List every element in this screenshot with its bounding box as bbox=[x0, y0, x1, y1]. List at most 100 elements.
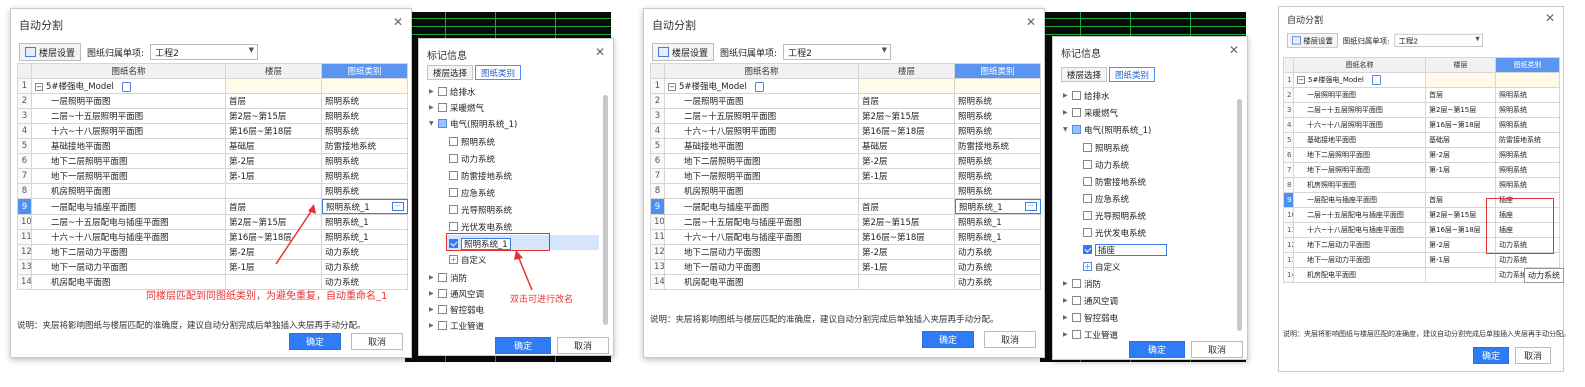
table-row[interactable]: 7 地下一层照明平面图 第-1层 照明系统 bbox=[650, 168, 1041, 184]
scrollbar[interactable] bbox=[1237, 99, 1242, 331]
table-row[interactable]: 3 二层~十五层照明平面图 第2层~第15层 照明系统 bbox=[650, 108, 1041, 124]
chevron-down-icon: ▼ bbox=[881, 46, 888, 54]
rename-input[interactable]: 插座 bbox=[1095, 243, 1167, 256]
tree-item-industrial[interactable]: ▶ 工业管道 bbox=[429, 319, 484, 332]
table-row[interactable]: 13 地下一层动力平面图 第-1层 动力系统 bbox=[17, 259, 408, 275]
table-row[interactable]: 5 基础接地平面图 基础层 防雷接地系统 bbox=[650, 138, 1041, 154]
floor-settings-button[interactable]: 楼层设置 bbox=[652, 43, 715, 61]
close-icon[interactable]: ✕ bbox=[1545, 11, 1555, 25]
table-row[interactable]: 11 十六~十八层配电与插座平面图 第16层~第18层 照明系统_1 bbox=[650, 229, 1041, 245]
mark-tabs: 楼层选择 图纸类别 bbox=[427, 65, 522, 80]
table-row[interactable]: 3 二层~十五层照明平面图 第2层~第15层 照明系统 bbox=[17, 108, 408, 124]
table-row[interactable]: 13 地下一层动力平面图 第-1层 动力系统 bbox=[650, 259, 1041, 275]
ok-button[interactable]: 确定 bbox=[495, 337, 551, 354]
tree-item-power[interactable]: 动力系统 bbox=[449, 152, 495, 165]
table-row[interactable]: 7 地下一层照明平面图 第-1层 照明系统 bbox=[17, 168, 408, 184]
tree-item-smart[interactable]: ▶ 智控弱电 bbox=[429, 303, 484, 316]
plus-icon: + bbox=[1083, 262, 1092, 271]
table-row[interactable]: 2 一层照明平面图 首层 照明系统 bbox=[650, 93, 1041, 109]
floor-settings-button[interactable]: 楼层设置 bbox=[19, 43, 82, 61]
belong-select[interactable]: 工程2 ▼ bbox=[150, 44, 259, 60]
collapse-icon[interactable]: − bbox=[668, 83, 676, 91]
close-icon[interactable]: ✕ bbox=[595, 45, 605, 59]
drawing-table: 图纸名称 楼层 图纸类别 1−5#楼强电_Model 2 一层照明平面图 首层 照明系统 … bbox=[650, 63, 1041, 290]
table-row-selected[interactable]: 9 一层配电与插座平面图 首层 照明系统_1 ··· bbox=[650, 198, 1041, 215]
checkbox-partial[interactable] bbox=[438, 119, 447, 128]
belong-select[interactable]: 工程2 ▼ bbox=[783, 44, 892, 60]
table-row[interactable]: 6 地下二层照明平面图 第-2层 照明系统 bbox=[17, 153, 408, 169]
chevron-down-icon: ▼ bbox=[1475, 35, 1480, 43]
cancel-button[interactable]: 取消 bbox=[984, 331, 1036, 348]
plus-icon[interactable]: + bbox=[449, 255, 458, 264]
cancel-button[interactable]: 取消 bbox=[557, 337, 609, 354]
dialog-note: 说明：夹层将影响图纸与楼层匹配的准确度，建议自动分割完成后单独插入夹层再手动分配… bbox=[1283, 330, 1570, 338]
table-row[interactable]: 6 地下二层照明平面图 第-2层 照明系统 bbox=[650, 153, 1041, 169]
ok-button[interactable]: 确定 bbox=[922, 331, 974, 348]
table-row[interactable]: 11 十六~十八层配电与插座平面图 第16层~第18层 照明系统_1 bbox=[17, 229, 408, 245]
auto-split-dialog: 自动分割 ✕ 楼层设置 图纸归属单项: 工程2 ▼ 图纸名称 楼层 图纸类别 1−5#… bbox=[1278, 6, 1570, 372]
ok-button[interactable]: 确定 bbox=[1129, 341, 1185, 358]
checkbox[interactable] bbox=[438, 103, 447, 112]
tab-drawing-category[interactable]: 图纸类别 bbox=[475, 65, 522, 80]
table-row[interactable]: 1−5#楼强电_Model bbox=[650, 78, 1041, 94]
close-icon[interactable]: ✕ bbox=[1026, 15, 1036, 29]
table-row[interactable]: 12 地下二层动力平面图 第-2层 动力系统 bbox=[650, 244, 1041, 260]
checkbox[interactable] bbox=[438, 87, 447, 96]
scrollbar[interactable] bbox=[603, 95, 608, 325]
table-row[interactable]: 4 十六~十八层照明平面图 第16层~第18层 照明系统 bbox=[650, 123, 1041, 139]
table-row[interactable]: 14 机房配电平面图 动力系统 bbox=[650, 274, 1041, 290]
table-row-selected[interactable]: 9 一层配电与插座平面图 首层 照明系统_1 ··· bbox=[17, 198, 408, 215]
ok-button[interactable]: 确定 bbox=[289, 333, 341, 350]
tree-item-emergency[interactable]: 应急系统 bbox=[449, 186, 495, 199]
close-icon[interactable]: ✕ bbox=[393, 15, 403, 29]
table-row[interactable]: 8 机房照明平面图 照明系统 bbox=[650, 183, 1041, 199]
tree-item-hvac-gas[interactable]: ▶ 采暖燃气 bbox=[429, 101, 484, 114]
table-row[interactable]: 1 −5#楼强电_Model bbox=[17, 78, 408, 94]
edit-doc-icon[interactable] bbox=[754, 81, 764, 92]
tree-item-lightning[interactable]: 防雷接地系统 bbox=[449, 169, 512, 182]
tree-item-water[interactable]: ▶ 给排水 bbox=[429, 85, 476, 98]
mark-title: 标记信息 bbox=[1061, 49, 1101, 60]
dialog-title: 自动分割 bbox=[19, 19, 63, 32]
more-icon[interactable]: ··· bbox=[391, 202, 404, 211]
highlight-box bbox=[446, 233, 550, 251]
floor-settings-label: 楼层设置 bbox=[39, 48, 76, 59]
ok-button[interactable]: 确定 bbox=[1473, 347, 1509, 364]
tab-drawing-category[interactable]: 图纸类别 bbox=[1109, 67, 1156, 82]
cancel-button[interactable]: 取消 bbox=[1515, 347, 1551, 364]
table-row[interactable]: 10 二层~十五层配电与插座平面图 第2层~第15层 照明系统_1 bbox=[17, 214, 408, 230]
table-row[interactable]: 10 二层~十五层配电与插座平面图 第2层~第15层 照明系统_1 bbox=[650, 214, 1041, 230]
cancel-button[interactable]: 取消 bbox=[1191, 341, 1243, 358]
col-header-category[interactable]: 图纸类别 bbox=[321, 63, 408, 79]
close-icon[interactable]: ✕ bbox=[1229, 43, 1239, 57]
collapse-icon: − bbox=[1297, 76, 1305, 84]
collapse-icon[interactable]: − bbox=[35, 83, 43, 91]
floor-settings-button[interactable]: 楼层设置 bbox=[1287, 33, 1338, 48]
auto-split-dialog: 自动分割 ✕ 楼层设置 图纸归属单项: 工程2 ▼ 图纸名称 楼层 图纸类别 1−5#… bbox=[643, 8, 1045, 358]
tooltip: 动力系统 bbox=[1524, 268, 1564, 283]
more-icon[interactable]: ··· bbox=[1024, 202, 1037, 211]
table-row[interactable]: 8 机房照明平面图 照明系统 bbox=[17, 183, 408, 199]
table-row[interactable]: 5 基础接地平面图 基础层 防雷接地系统 bbox=[17, 138, 408, 154]
belong-select[interactable]: 工程2 ▼ bbox=[1394, 33, 1484, 47]
category-edit-cell[interactable]: 照明系统_1 ··· bbox=[322, 199, 408, 214]
tree-item-guide[interactable]: 光导照明系统 bbox=[449, 203, 512, 216]
tree-item-custom[interactable]: + 自定义 bbox=[449, 253, 487, 266]
tree-item-electric[interactable]: ▼ 电气(照明系统_1) bbox=[429, 117, 517, 130]
table-row[interactable]: 4 十六~十八层照明平面图 第16层~第18层 照明系统 bbox=[17, 123, 408, 139]
highlight-box bbox=[1486, 198, 1554, 254]
drawing-table: 图纸名称 楼层 图纸类别 1 −5#楼强电_Model 2 一层照明平面图 首层 照明… bbox=[17, 63, 408, 290]
tab-floor-select[interactable]: 楼层选择 bbox=[1061, 67, 1108, 82]
tree-item-fire[interactable]: ▶ 消防 bbox=[429, 271, 467, 284]
category-edit-cell[interactable]: 照明系统_1 ··· bbox=[955, 199, 1041, 214]
model-name: 5#楼强电_Model bbox=[46, 82, 114, 92]
tree-item-lighting[interactable]: 照明系统 bbox=[449, 135, 495, 148]
tree-item-editing[interactable]: 插座 bbox=[1083, 243, 1167, 256]
tab-floor-select[interactable]: 楼层选择 bbox=[427, 65, 474, 80]
table-row[interactable]: 2 一层照明平面图 首层 照明系统 bbox=[17, 93, 408, 109]
table-row[interactable]: 12 地下二层动力平面图 第-2层 动力系统 bbox=[17, 244, 408, 260]
edit-doc-icon[interactable] bbox=[121, 81, 131, 92]
tree-item-pv[interactable]: 光伏发电系统 bbox=[449, 220, 512, 233]
tree-item-ventilation[interactable]: ▶ 通风空调 bbox=[429, 287, 484, 300]
cancel-button[interactable]: 取消 bbox=[351, 333, 403, 350]
